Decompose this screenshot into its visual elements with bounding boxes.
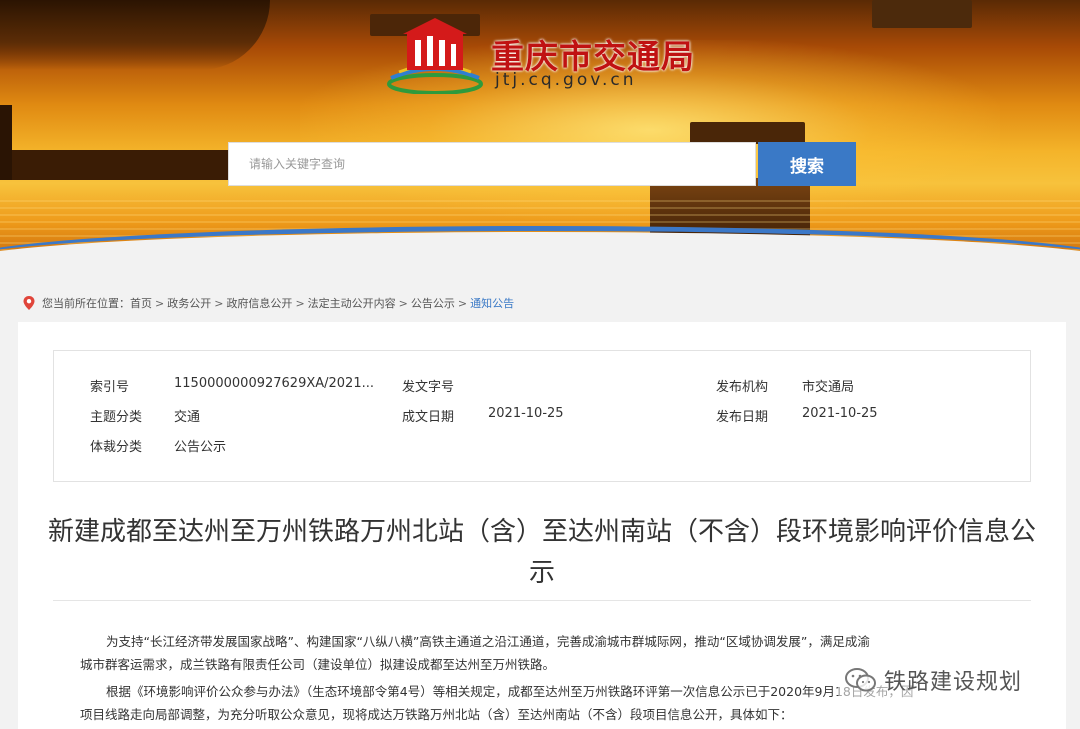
paragraph-text: 为支持“长江经济带发展国家战略”、构建国家“八纵八横”高铁主通道之沿江通道，完善… <box>106 634 870 649</box>
breadcrumb-item-gov-affairs[interactable]: 政务公开 <box>167 295 211 311</box>
ship-cabin-silhouette <box>690 122 805 144</box>
paragraph-text: 根据《环境影响评价公众参与办法》（生态环境部令第4号）等相关规定，成都至达州至万… <box>106 684 914 699</box>
meta-topic-value: 交通 <box>174 410 201 425</box>
document-meta-table: 索引号 1150000000927629XA/2021... 发文字号 发布机构… <box>53 350 1031 482</box>
meta-topic-label: 主题分类 <box>90 410 143 425</box>
article-title: 新建成都至达州至万州铁路万州北站（含）至达州南站（不含）段环境影响评价信息公 示 <box>38 512 1046 594</box>
article-title-line: 新建成都至达州至万州铁路万州北站（含）至达州南站（不含）段环境影响评价信息公 <box>47 517 1036 547</box>
meta-issuer-value: 市交通局 <box>802 380 855 395</box>
search-box <box>228 142 756 186</box>
breadcrumb-separator: > <box>155 296 165 310</box>
site-url: jtj.cq.gov.cn <box>495 70 637 90</box>
breadcrumb-item-notices[interactable]: 通知公告 <box>470 295 514 311</box>
title-divider <box>53 600 1031 601</box>
jetty-post <box>0 105 12 180</box>
logo-emblem-icon <box>387 18 483 94</box>
meta-publish-date-label: 发布日期 <box>716 410 769 425</box>
breadcrumb-separator: > <box>214 296 224 310</box>
watermark-text: 铁路建设规划 <box>884 670 1023 695</box>
breadcrumb-separator: > <box>398 296 408 310</box>
ship-silhouette <box>872 0 972 28</box>
shore-silhouette <box>0 0 270 70</box>
breadcrumb-item-home[interactable]: 首页 <box>130 295 152 311</box>
article-title-line: 示 <box>528 558 555 588</box>
site-logo[interactable]: 重庆市交通局 jtj.cq.gov.cn <box>385 14 705 94</box>
search-button[interactable]: 搜索 <box>758 142 856 186</box>
breadcrumb-item-statutory[interactable]: 法定主动公开内容 <box>308 295 396 311</box>
breadcrumb-separator: > <box>457 296 468 310</box>
meta-issuer-label: 发布机构 <box>716 380 769 395</box>
breadcrumb-item-announcements[interactable]: 公告公示 <box>411 295 455 311</box>
location-pin-icon <box>23 296 35 310</box>
wechat-icon <box>845 668 876 692</box>
meta-publish-date-value: 2021-10-25 <box>802 406 878 421</box>
breadcrumb-prefix: 您当前所在位置： <box>42 297 130 310</box>
paragraph-line: 项目线路走向局部调整，为充分听取公众意见，现将成达万铁路万州北站（含）至达州南站… <box>80 707 793 722</box>
breadcrumb-separator: > <box>295 296 305 310</box>
breadcrumb: 您当前所在位置： 首页 > 政务公开 > 政府信息公开 > 法定主动公开内容 >… <box>22 294 514 312</box>
breadcrumb-item-gov-info[interactable]: 政府信息公开 <box>226 295 292 311</box>
meta-index-label: 索引号 <box>90 380 130 395</box>
wechat-watermark: 铁路建设规划 <box>838 662 1029 698</box>
meta-written-date-value: 2021-10-25 <box>488 406 564 421</box>
meta-written-date-label: 成文日期 <box>402 410 455 425</box>
meta-doc-no-label: 发文字号 <box>402 380 455 395</box>
search-input[interactable] <box>229 143 755 185</box>
meta-index-value: 1150000000927629XA/2021... <box>174 376 374 391</box>
meta-genre-value: 公告公示 <box>174 440 227 455</box>
paragraph-line: 为支持“长江经济带发展国家战略”、构建国家“八纵八横”高铁主通道之沿江通道，完善… <box>80 630 1040 653</box>
meta-genre-label: 体裁分类 <box>90 440 143 455</box>
